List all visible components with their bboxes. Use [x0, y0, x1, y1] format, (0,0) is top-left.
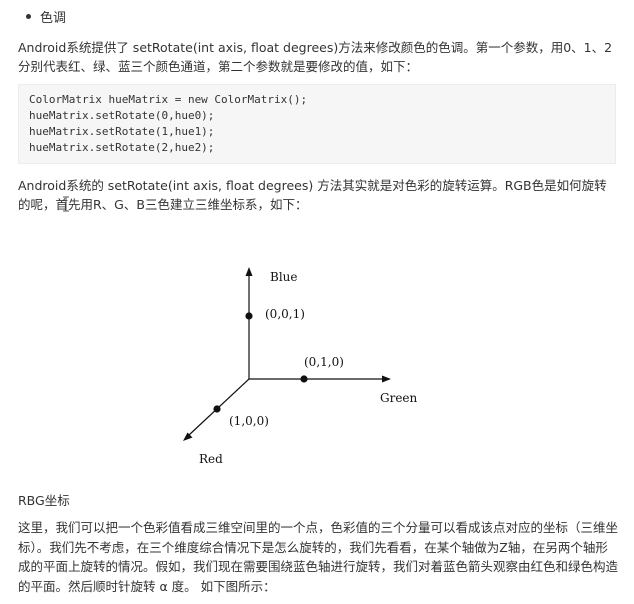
- blue-axis-arrowhead: [245, 267, 253, 276]
- code-line: hueMatrix.setRotate(0,hue0);: [29, 109, 215, 122]
- red-axis-label: Red: [199, 452, 223, 466]
- bullet-dot-icon: [26, 14, 31, 19]
- green-axis-arrowhead: [382, 375, 391, 383]
- blue-point-label: (0,0,1): [265, 307, 305, 321]
- figure-caption: RBG坐标: [18, 493, 70, 508]
- green-point-label: (0,1,0): [304, 355, 344, 369]
- section-bullet: 色调: [26, 7, 66, 26]
- body-paragraph: 这里，我们可以把一个色彩值看成三维空间里的一个点，色彩值的三个分量可以看成该点对…: [18, 520, 619, 594]
- section-heading: 色调: [40, 11, 67, 26]
- intro-paragraph: Android系统提供了 setRotate(int axis, float d…: [18, 40, 613, 74]
- point-blue: [245, 312, 253, 320]
- red-point-label: (1,0,0): [229, 414, 269, 428]
- rgb-axis-diagram: Blue (0,0,1) (0,1,0) Green (1,0,0) Red: [183, 267, 418, 466]
- code-line: hueMatrix.setRotate(2,hue2);: [29, 141, 215, 154]
- green-axis-label: Green: [380, 391, 418, 405]
- blue-axis-label: Blue: [270, 270, 298, 284]
- article-page: 色调 Android系统提供了 setRotate(int axis, floa…: [0, 0, 634, 604]
- code-line: hueMatrix.setRotate(1,hue1);: [29, 125, 215, 138]
- code-line: ColorMatrix hueMatrix = new ColorMatrix(…: [29, 93, 308, 106]
- text-cursor-icon: [63, 196, 69, 212]
- rotate-explain-paragraph: Android系统的 setRotate(int axis, float deg…: [18, 178, 607, 212]
- point-red: [213, 405, 221, 413]
- code-block: ColorMatrix hueMatrix = new ColorMatrix(…: [18, 84, 616, 164]
- point-green: [300, 375, 308, 383]
